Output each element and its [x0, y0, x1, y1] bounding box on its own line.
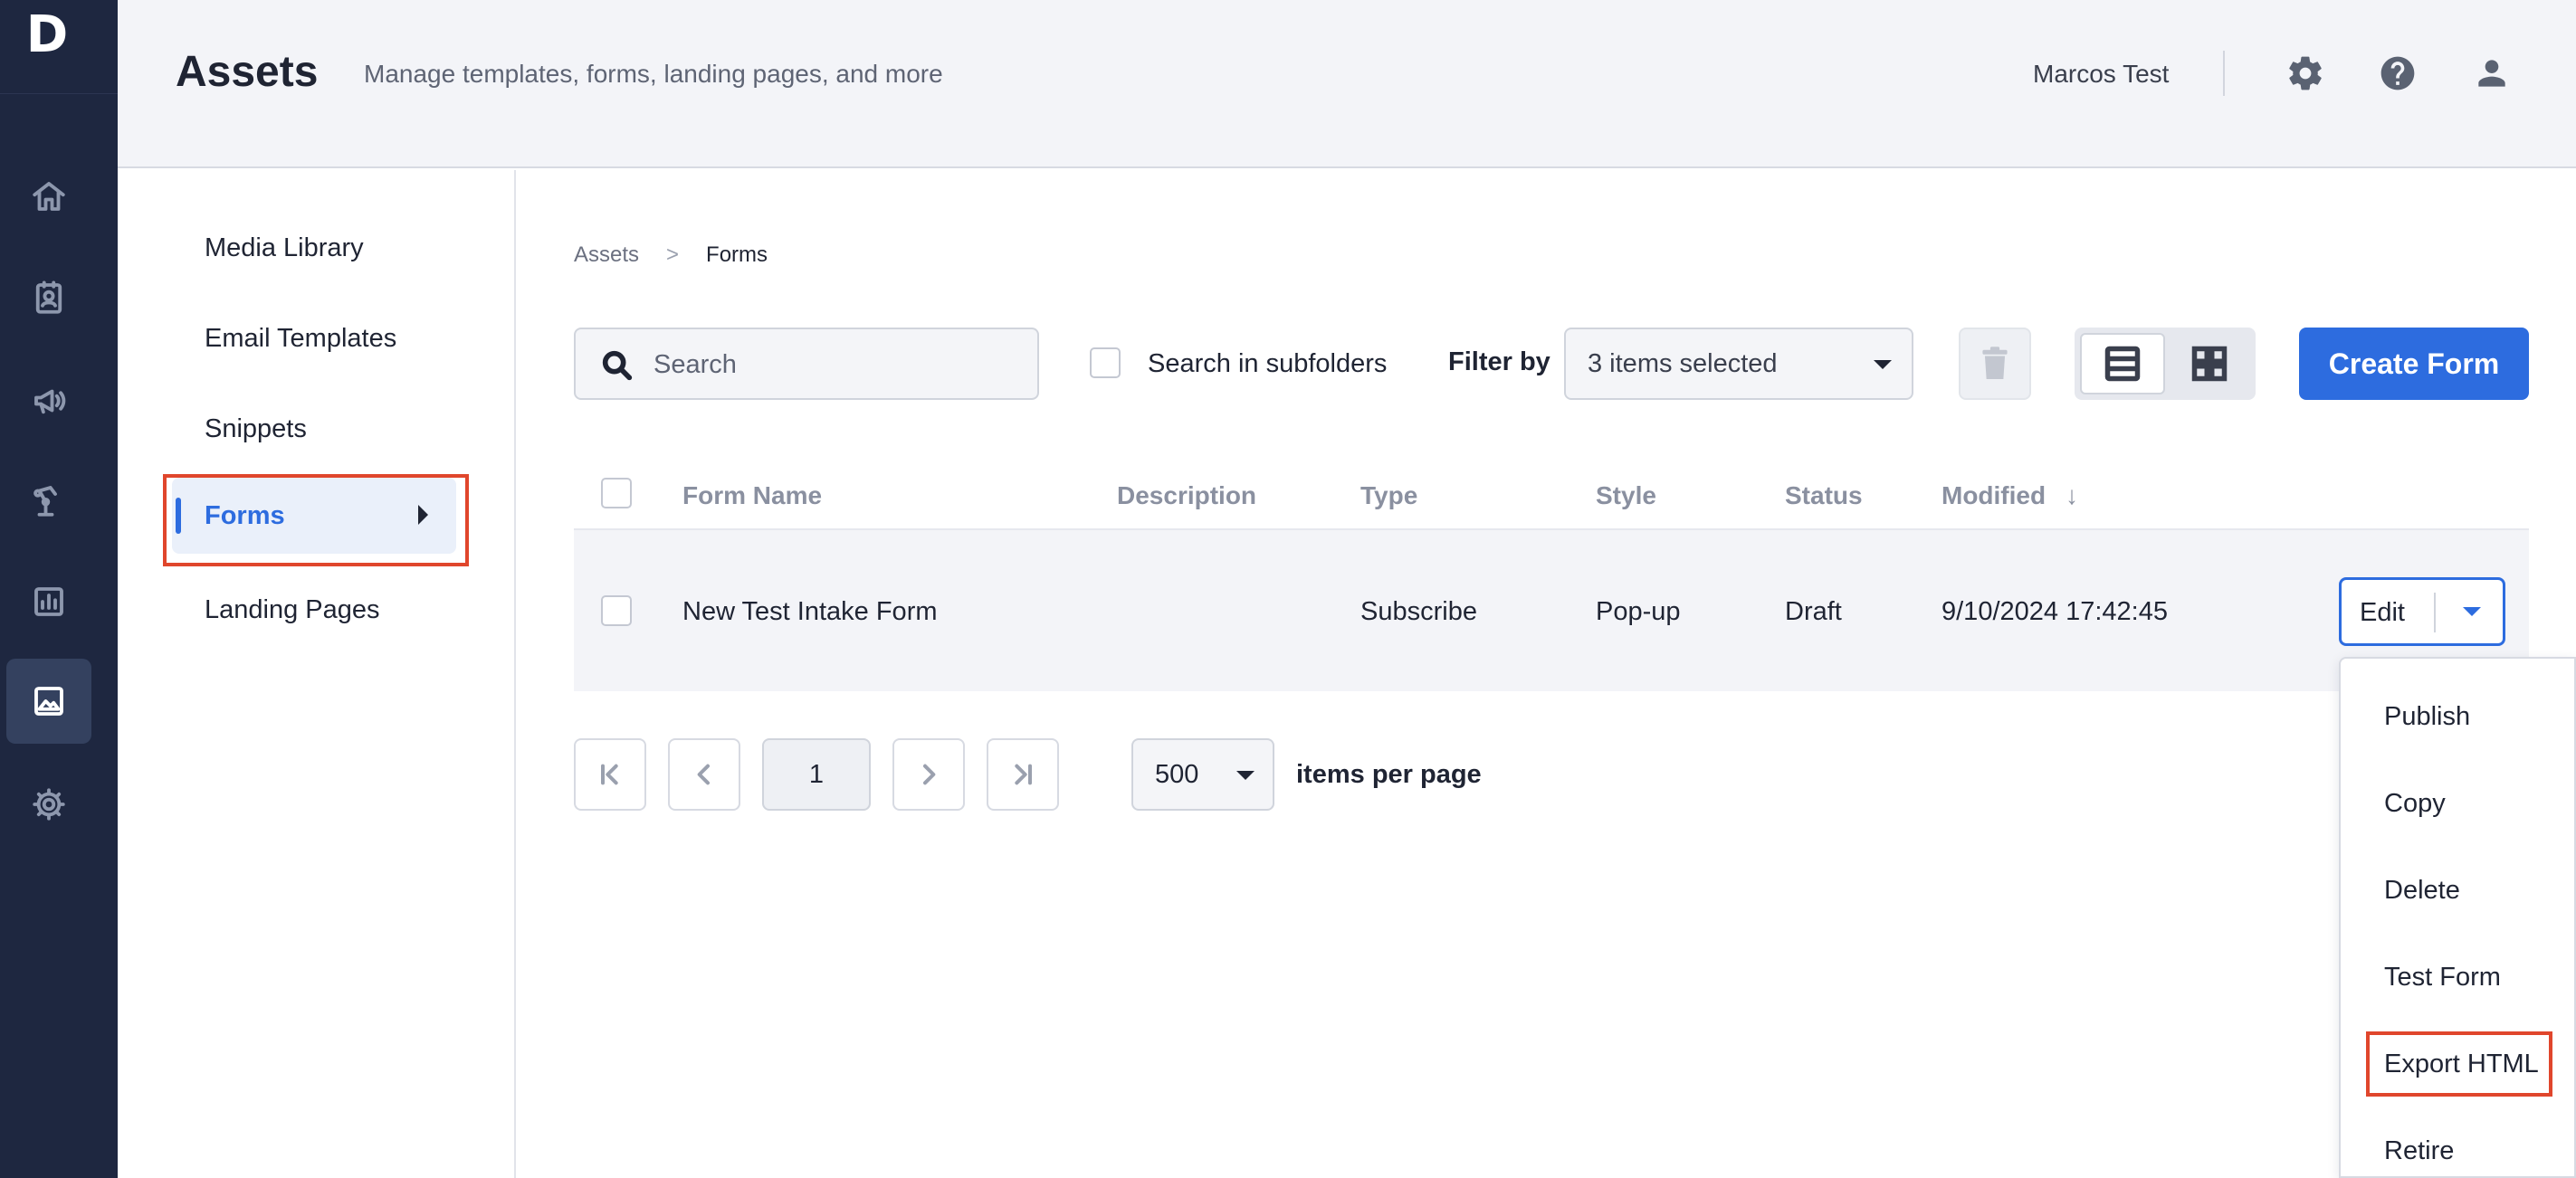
- sort-arrow-icon[interactable]: ↓: [2066, 481, 2078, 510]
- assets-subnav: Media Library Email Templates Snippets F…: [118, 170, 516, 1178]
- rail-home[interactable]: [6, 154, 91, 239]
- per-page-value: 500: [1155, 760, 1199, 789]
- app-logo[interactable]: D: [0, 0, 118, 94]
- per-page-select[interactable]: 500: [1131, 738, 1274, 811]
- breadcrumb-current: Forms: [706, 242, 768, 267]
- help-icon: [2380, 56, 2415, 90]
- first-page-icon: [601, 764, 618, 785]
- menu-item-copy[interactable]: Copy: [2384, 789, 2446, 819]
- rail-settings[interactable]: [6, 762, 91, 847]
- menu-item-publish[interactable]: Publish: [2384, 702, 2470, 732]
- subnav-item-media-library[interactable]: Media Library: [205, 233, 364, 263]
- cell-type: Subscribe: [1360, 597, 1477, 626]
- page-header: Assets Manage templates, forms, landing …: [118, 0, 2576, 168]
- contacts-icon: [35, 280, 62, 314]
- forms-highlight-box: [163, 474, 469, 566]
- chevron-down-icon: [1236, 771, 1255, 780]
- grid-view-button[interactable]: [2169, 333, 2250, 394]
- menu-item-test-form[interactable]: Test Form: [2384, 963, 2501, 993]
- cell-status: Draft: [1785, 597, 1842, 626]
- last-page-icon: [1015, 764, 1032, 785]
- edit-split-button: Edit: [2339, 577, 2505, 646]
- cell-modified: 9/10/2024 17:42:45: [1942, 597, 2168, 626]
- header-divider: [2223, 51, 2225, 96]
- page-subtitle: Manage templates, forms, landing pages, …: [364, 60, 943, 88]
- search-icon: [602, 350, 633, 381]
- assets-image-icon: [34, 687, 63, 716]
- chevron-down-icon: [1874, 360, 1892, 369]
- column-header-modified[interactable]: Modified: [1942, 481, 2046, 510]
- rail-contacts[interactable]: [6, 255, 91, 340]
- account-button[interactable]: [2469, 51, 2514, 96]
- cell-style: Pop-up: [1596, 597, 1681, 626]
- select-all-checkbox[interactable]: [601, 478, 632, 508]
- automation-icon: [33, 486, 57, 517]
- rail-assets[interactable]: [6, 659, 91, 744]
- first-page-button[interactable]: [574, 738, 646, 811]
- grid-view-icon: [2191, 346, 2228, 382]
- menu-item-delete[interactable]: Delete: [2384, 876, 2460, 906]
- actions-dropdown-icon[interactable]: [2463, 607, 2481, 616]
- home-icon: [33, 182, 65, 211]
- subnav-item-landing-pages[interactable]: Landing Pages: [205, 595, 380, 625]
- view-toggle: [2075, 328, 2256, 400]
- per-page-label: items per page: [1296, 760, 1482, 789]
- page-title: Assets: [176, 48, 319, 96]
- column-header-status[interactable]: Status: [1785, 481, 1863, 510]
- logo-letter: D: [25, 5, 69, 64]
- create-form-button[interactable]: Create Form: [2299, 328, 2529, 400]
- edit-button[interactable]: Edit: [2360, 598, 2405, 628]
- column-header-form-name[interactable]: Form Name: [682, 481, 822, 510]
- row-checkbox[interactable]: [601, 595, 632, 626]
- column-header-style[interactable]: Style: [1596, 481, 1656, 510]
- filter-label: Filter by: [1448, 347, 1550, 376]
- gear-icon: [2289, 56, 2322, 90]
- trash-icon: [1982, 347, 2008, 379]
- row-actions-menu: Publish Copy Delete Test Form Export HTM…: [2339, 657, 2576, 1178]
- filter-select[interactable]: 3 items selected: [1564, 328, 1913, 400]
- next-page-button[interactable]: [892, 738, 965, 811]
- list-view-button[interactable]: [2080, 333, 2165, 394]
- subfolders-checkbox[interactable]: [1090, 347, 1121, 378]
- delete-button[interactable]: [1959, 328, 2031, 400]
- subfolders-label: Search in subfolders: [1148, 349, 1388, 378]
- subnav-item-snippets[interactable]: Snippets: [205, 414, 307, 444]
- column-header-type[interactable]: Type: [1360, 481, 1417, 510]
- reports-icon: [34, 587, 63, 616]
- current-page[interactable]: 1: [762, 738, 871, 811]
- breadcrumb-root[interactable]: Assets: [574, 242, 639, 268]
- split-divider: [2434, 593, 2436, 632]
- search-input[interactable]: [654, 346, 1016, 384]
- last-page-button[interactable]: [987, 738, 1059, 811]
- cell-form-name[interactable]: New Test Intake Form: [682, 597, 938, 627]
- settings-button[interactable]: [2283, 51, 2328, 96]
- help-button[interactable]: [2375, 51, 2420, 96]
- breadcrumb-separator-icon: >: [666, 242, 680, 267]
- breadcrumb: Assets > Forms: [574, 242, 768, 268]
- export-html-highlight-box: [2366, 1031, 2552, 1097]
- settings-gear-icon: [33, 788, 65, 821]
- column-header-description[interactable]: Description: [1117, 481, 1256, 510]
- subnav-item-email-templates[interactable]: Email Templates: [205, 324, 396, 354]
- megaphone-icon: [34, 389, 66, 414]
- menu-item-retire[interactable]: Retire: [2384, 1136, 2454, 1166]
- rail-campaigns[interactable]: [6, 358, 91, 443]
- user-icon: [2478, 60, 2505, 87]
- rail-reports[interactable]: [6, 559, 91, 644]
- list-view-icon: [2104, 346, 2141, 382]
- rail-automation[interactable]: [6, 458, 91, 543]
- left-rail: D: [0, 0, 118, 1178]
- chevron-right-icon: [923, 764, 936, 785]
- filter-value: 3 items selected: [1588, 349, 1778, 378]
- chevron-left-icon: [697, 764, 710, 785]
- search-box[interactable]: [574, 328, 1039, 400]
- user-name[interactable]: Marcos Test: [2033, 60, 2169, 89]
- prev-page-button[interactable]: [668, 738, 740, 811]
